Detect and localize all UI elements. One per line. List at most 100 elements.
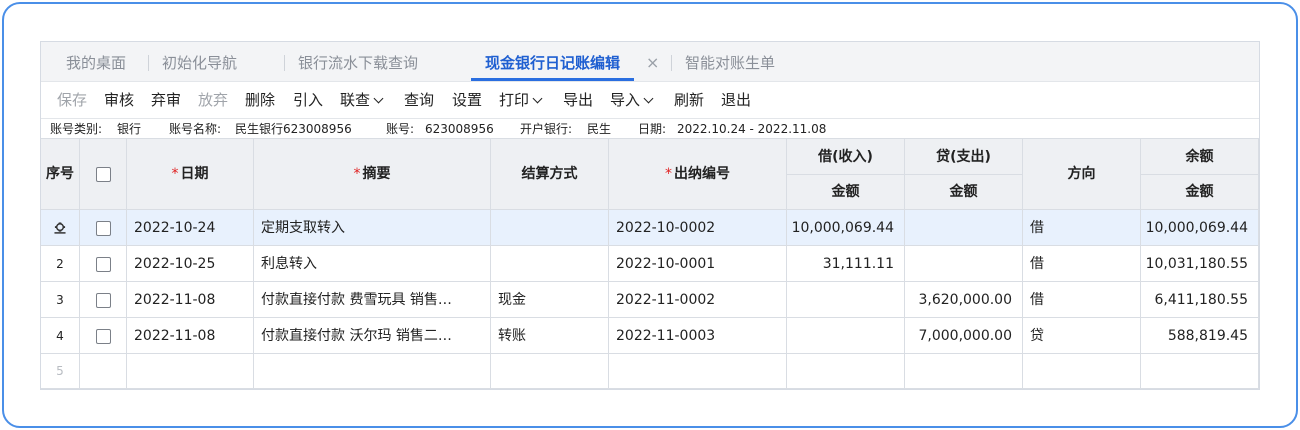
cell-date[interactable]: 2022-10-24	[127, 210, 254, 246]
cell-summary[interactable]: 付款直接付款 费雪玩具 销售…	[254, 282, 491, 318]
row-checkbox[interactable]	[95, 256, 111, 272]
account-no-value: 623008956	[425, 122, 494, 136]
cell-voucher[interactable]: 2022-10-0001	[609, 246, 787, 282]
tab-cash-bank-journal[interactable]: 现金银行日记账编辑	[471, 42, 635, 81]
link-query-button[interactable]: 联查	[340, 82, 384, 118]
header-summary-label: 摘要	[362, 166, 391, 182]
cell-settle[interactable]: 转账	[491, 318, 609, 354]
journal-table: 序号 * 日期 * 摘要 结算方式 * 出纳编号 借(收入) 贷(支出) 方向 余额 …	[41, 138, 1259, 389]
tab-init-nav[interactable]: 初始化导航	[162, 42, 237, 81]
cell-balance: 6,411,180.55	[1141, 282, 1259, 318]
cell-debit[interactable]	[787, 318, 905, 354]
empty-cell[interactable]	[80, 354, 127, 389]
cell-date[interactable]: 2022-10-25	[127, 246, 254, 282]
cell-credit[interactable]: 7,000,000.00	[905, 318, 1023, 354]
header-settle: 结算方式	[491, 139, 609, 210]
account-type-value: 银行	[117, 122, 142, 136]
cell-direction[interactable]: 借	[1023, 282, 1141, 318]
header-direction: 方向	[1023, 139, 1141, 210]
cell-voucher[interactable]: 2022-11-0003	[609, 318, 787, 354]
cell-direction[interactable]: 借	[1023, 246, 1141, 282]
bank-label: 开户银行:	[520, 122, 573, 136]
cell-direction[interactable]: 贷	[1023, 318, 1141, 354]
cell-credit[interactable]: 3,620,000.00	[905, 282, 1023, 318]
header-debit: 借(收入)	[787, 139, 905, 175]
row-checkbox[interactable]	[95, 328, 111, 344]
tab-bank-statement[interactable]: 银行流水下载查询	[298, 42, 418, 81]
tab-smart-reconcile[interactable]: 智能对账生单	[685, 42, 775, 81]
account-name-value: 民生银行623008956	[235, 122, 352, 136]
tab-my-desktop[interactable]: 我的桌面	[66, 42, 126, 81]
account-name-label: 账号名称:	[169, 122, 222, 136]
delete-button[interactable]: 删除	[245, 82, 275, 118]
tab-divider	[671, 55, 672, 71]
row-checkbox[interactable]	[95, 220, 111, 236]
cell-seq: 4	[41, 318, 80, 354]
cell-debit[interactable]: 10,000,069.44	[787, 210, 905, 246]
header-select-all	[80, 139, 127, 210]
header-date-label: 日期	[180, 166, 209, 182]
close-icon[interactable]: ×	[646, 42, 659, 84]
tab-bar: 我的桌面 初始化导航 银行流水下载查询 现金银行日记账编辑 × 智能对账生单	[41, 42, 1259, 82]
row-checkbox-cell	[80, 246, 127, 282]
cell-balance: 10,000,069.44	[1141, 210, 1259, 246]
cell-date[interactable]: 2022-11-08	[127, 318, 254, 354]
toolbar: 保存 审核 弃审 放弃 删除 引入 联查 查询 设置 打印 导出 导入 刷新 退…	[41, 82, 1259, 118]
cell-summary[interactable]: 定期支取转入	[254, 210, 491, 246]
exit-button[interactable]: 退出	[721, 82, 751, 118]
audit-button[interactable]: 审核	[104, 82, 134, 118]
cell-voucher[interactable]: 2022-11-0002	[609, 282, 787, 318]
cell-credit[interactable]	[905, 210, 1023, 246]
header-date: * 日期	[127, 139, 254, 210]
bank-value: 民生	[587, 122, 612, 136]
cell-settle[interactable]	[491, 246, 609, 282]
cell-voucher[interactable]: 2022-10-0002	[609, 210, 787, 246]
empty-cell[interactable]	[491, 354, 609, 389]
empty-cell[interactable]	[1023, 354, 1141, 389]
cell-seq: 5	[41, 354, 80, 389]
chevron-down-icon	[643, 93, 654, 104]
cell-debit[interactable]	[787, 282, 905, 318]
export-button[interactable]: 导出	[563, 82, 593, 118]
query-button[interactable]: 查询	[404, 82, 434, 118]
row-checkbox-cell	[80, 318, 127, 354]
empty-cell[interactable]	[1141, 354, 1259, 389]
tab-divider	[148, 55, 149, 71]
settings-button[interactable]: 设置	[452, 82, 482, 118]
tab-divider	[284, 55, 285, 71]
header-voucher-label: 出纳编号	[674, 166, 730, 182]
cell-settle[interactable]	[491, 210, 609, 246]
cell-direction[interactable]: 借	[1023, 210, 1141, 246]
header-debit-amount: 金额	[787, 175, 905, 210]
cell-credit[interactable]	[905, 246, 1023, 282]
header-voucher: * 出纳编号	[609, 139, 787, 210]
empty-cell[interactable]	[609, 354, 787, 389]
empty-cell[interactable]	[127, 354, 254, 389]
cell-balance: 588,819.45	[1141, 318, 1259, 354]
print-button[interactable]: 打印	[499, 82, 543, 118]
cell-debit[interactable]: 31,111.11	[787, 246, 905, 282]
cell-summary[interactable]: 利息转入	[254, 246, 491, 282]
required-mark: *	[353, 166, 361, 182]
header-credit-amount: 金额	[905, 175, 1023, 210]
empty-cell[interactable]	[905, 354, 1023, 389]
tab-label: 现金银行日记账编辑	[485, 54, 621, 72]
save-button[interactable]: 保存	[57, 82, 87, 118]
link-query-label: 联查	[340, 91, 371, 109]
select-all-checkbox[interactable]	[95, 166, 111, 182]
cell-settle[interactable]: 现金	[491, 282, 609, 318]
chevron-down-icon	[373, 93, 384, 104]
cell-date[interactable]: 2022-11-08	[127, 282, 254, 318]
import-button[interactable]: 导入	[610, 82, 654, 118]
refresh-button[interactable]: 刷新	[674, 82, 704, 118]
row-action-cell[interactable]	[41, 210, 80, 246]
row-checkbox[interactable]	[95, 292, 111, 308]
empty-cell[interactable]	[254, 354, 491, 389]
empty-cell[interactable]	[787, 354, 905, 389]
import-label: 导入	[610, 91, 641, 109]
row-settings-icon[interactable]	[53, 222, 67, 234]
discard-button[interactable]: 放弃	[198, 82, 228, 118]
import-ref-button[interactable]: 引入	[293, 82, 323, 118]
cell-summary[interactable]: 付款直接付款 沃尔玛 销售二…	[254, 318, 491, 354]
unaudit-button[interactable]: 弃审	[151, 82, 181, 118]
